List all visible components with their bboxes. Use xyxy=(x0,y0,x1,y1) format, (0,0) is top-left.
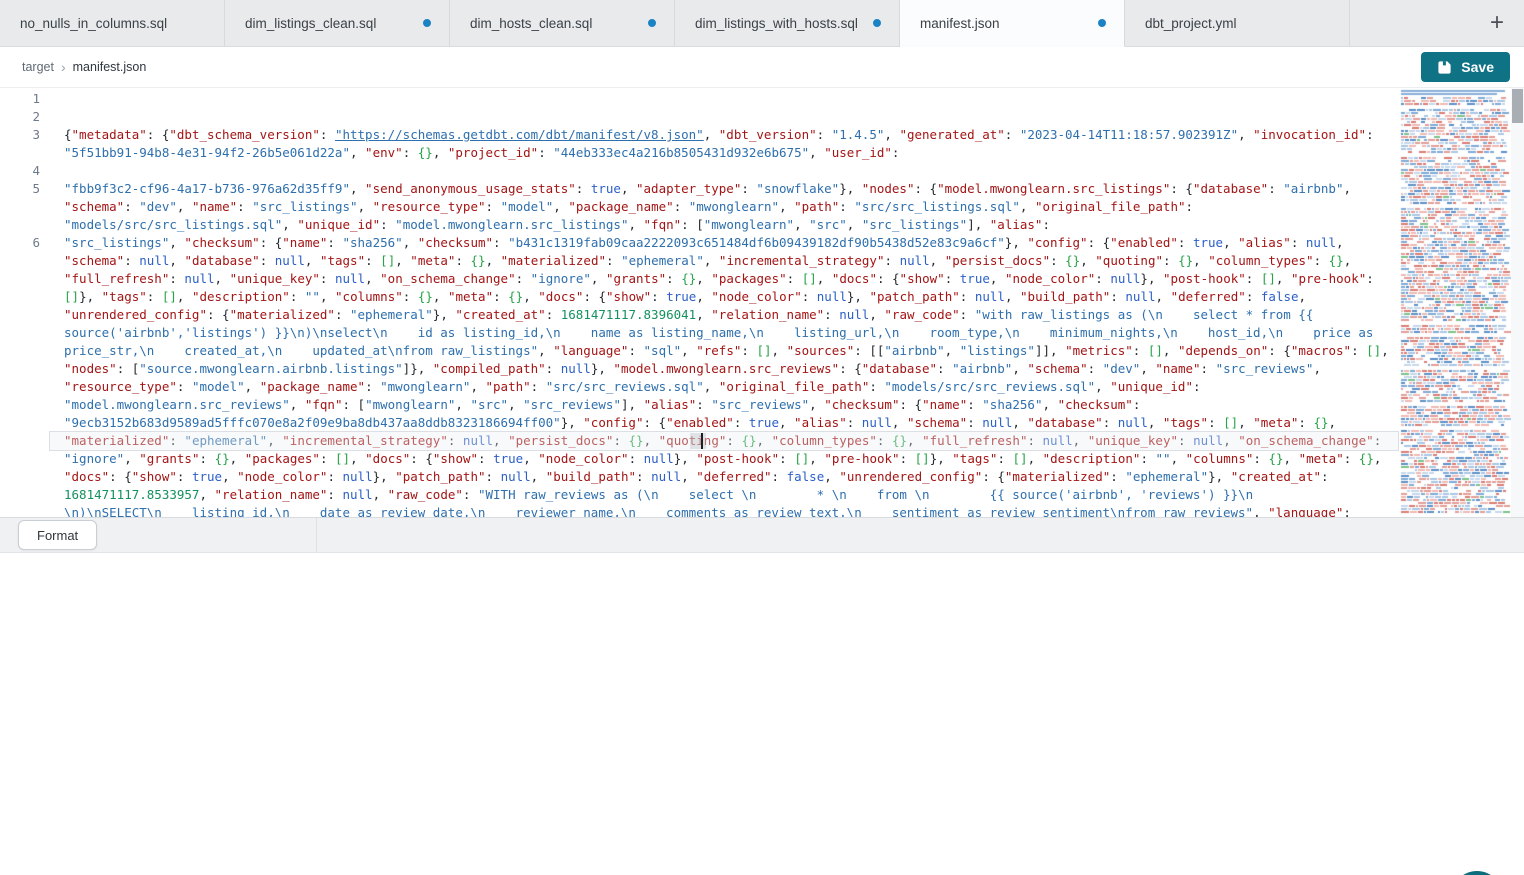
code-line[interactable]: 1 xyxy=(0,90,1399,108)
editor-footer-bar: Format xyxy=(0,517,1524,553)
tab-label: dim_listings_with_hosts.sql xyxy=(695,16,858,31)
save-button[interactable]: Save xyxy=(1421,52,1510,82)
unsaved-changes-dot-icon xyxy=(423,19,431,27)
format-button[interactable]: Format xyxy=(18,520,97,550)
vertical-scrollbar[interactable] xyxy=(1511,88,1524,517)
editor-tab[interactable]: dim_listings_clean.sql xyxy=(225,0,450,46)
breadcrumb-file: manifest.json xyxy=(73,60,147,74)
code-line[interactable]: 2 xyxy=(0,108,1399,126)
line-content xyxy=(50,90,1399,108)
line-content: "src_listings", "checksum": {"name": "sh… xyxy=(50,234,1399,517)
line-content: {"metadata": {"dbt_schema_version": "htt… xyxy=(50,126,1399,162)
code-editor[interactable]: 1 2 3{"metadata": {"dbt_schema_version":… xyxy=(0,88,1524,517)
line-content: "fbb9f3c2-cf96-4a17-b736-976a62d35ff9", … xyxy=(50,180,1399,234)
floppy-disk-icon xyxy=(1437,60,1452,75)
code-line[interactable]: 6"src_listings", "checksum": {"name": "s… xyxy=(0,234,1399,517)
line-content xyxy=(50,108,1399,126)
editor-tab[interactable]: manifest.json xyxy=(900,0,1125,47)
unsaved-changes-dot-icon xyxy=(1098,19,1106,27)
editor-tab[interactable]: dbt_project.yml xyxy=(1125,0,1350,46)
editor-tab[interactable]: no_nulls_in_columns.sql xyxy=(0,0,225,46)
tab-bar-spacer: + xyxy=(1350,0,1524,46)
tab-label: dim_hosts_clean.sql xyxy=(470,16,592,31)
code-line[interactable]: 4 xyxy=(0,162,1399,180)
breadcrumb-folder: target xyxy=(22,60,54,74)
code-line[interactable]: 5"fbb9f3c2-cf96-4a17-b736-976a62d35ff9",… xyxy=(0,180,1399,234)
path-toolbar: target › manifest.json Save xyxy=(0,47,1524,88)
tab-label: manifest.json xyxy=(920,16,1000,31)
code-line[interactable]: 3{"metadata": {"dbt_schema_version": "ht… xyxy=(0,126,1399,162)
line-number: 4 xyxy=(0,162,50,180)
results-panel xyxy=(0,553,1524,875)
code-content[interactable]: 1 2 3{"metadata": {"dbt_schema_version":… xyxy=(0,90,1399,517)
editor-tab[interactable]: dim_hosts_clean.sql xyxy=(450,0,675,46)
line-number: 5 xyxy=(0,180,50,234)
dbt-ide-window: no_nulls_in_columns.sql dim_listings_clea… xyxy=(0,0,1524,875)
editor-tab[interactable]: dim_listings_with_hosts.sql xyxy=(675,0,900,46)
line-number: 3 xyxy=(0,126,50,162)
unsaved-changes-dot-icon xyxy=(873,19,881,27)
tab-bar: no_nulls_in_columns.sql dim_listings_clea… xyxy=(0,0,1524,47)
tab-label: dbt_project.yml xyxy=(1145,16,1237,31)
tab-label: no_nulls_in_columns.sql xyxy=(20,16,167,31)
tab-label: dim_listings_clean.sql xyxy=(245,16,376,31)
save-button-label: Save xyxy=(1461,59,1494,75)
footer-divider xyxy=(316,518,317,552)
new-tab-button[interactable]: + xyxy=(1482,9,1512,37)
line-number: 2 xyxy=(0,108,50,126)
scrollbar-thumb[interactable] xyxy=(1512,89,1523,123)
minimap[interactable] xyxy=(1399,88,1511,517)
unsaved-changes-dot-icon xyxy=(648,19,656,27)
line-number: 6 xyxy=(0,234,50,517)
chevron-right-icon: › xyxy=(61,59,66,75)
line-number: 1 xyxy=(0,90,50,108)
line-content xyxy=(50,162,1399,180)
breadcrumb: target › manifest.json xyxy=(22,59,146,75)
